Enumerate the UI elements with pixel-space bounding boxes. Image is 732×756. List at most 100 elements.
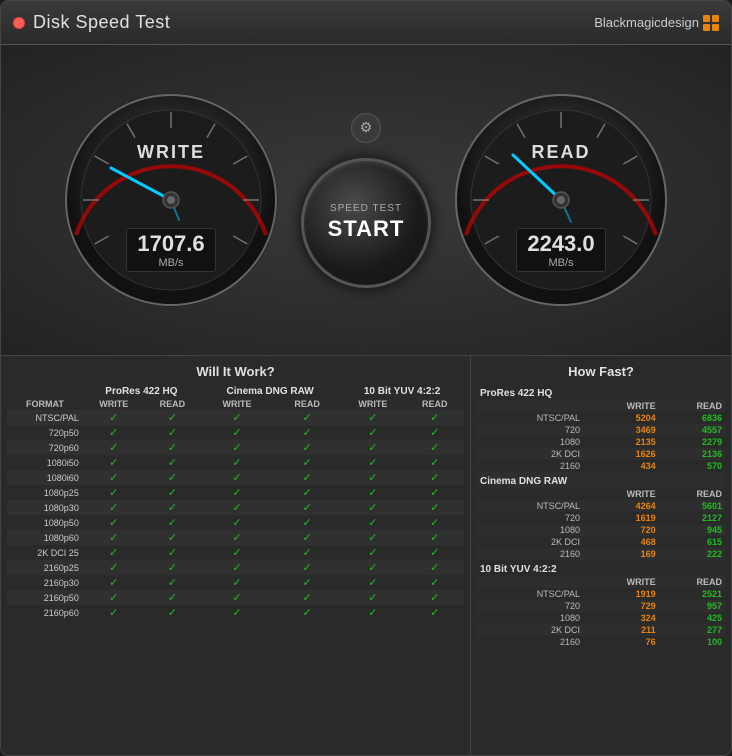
- format-label: 2160p30: [7, 575, 83, 590]
- group-header-prores: ProRes 422 HQ: [83, 385, 200, 398]
- write-value: 468: [585, 536, 659, 548]
- read-value: 277: [659, 624, 725, 636]
- read-gauge: READ 2243.0 MB/s: [451, 90, 671, 310]
- check: ✓: [274, 455, 340, 470]
- check: ✓: [340, 575, 405, 590]
- check: ✓: [274, 530, 340, 545]
- settings-button[interactable]: ⚙: [351, 113, 381, 143]
- check: ✓: [145, 470, 200, 485]
- check: ✓: [274, 500, 340, 515]
- read-value: 2136: [659, 448, 725, 460]
- list-item: NTSC/PAL 1919 2521: [477, 588, 725, 600]
- check: ✓: [200, 440, 274, 455]
- read-unit: MB/s: [525, 257, 597, 269]
- list-item: 2K DCI 468 615: [477, 536, 725, 548]
- read-value: 4557: [659, 424, 725, 436]
- col-yuv-write: WRITE: [340, 398, 405, 410]
- table-section: Will It Work? ProRes 422 HQ Cinema DNG R…: [1, 355, 731, 756]
- write-value: 434: [585, 460, 659, 472]
- table-row: 1080p50 ✓ ✓ ✓ ✓ ✓ ✓: [7, 515, 464, 530]
- speed-row-label: 1080: [477, 612, 585, 624]
- check: ✓: [200, 575, 274, 590]
- check: ✓: [274, 590, 340, 605]
- col-prores-write: WRITE: [83, 398, 145, 410]
- speed-test-button[interactable]: SPEED TEST START: [301, 158, 431, 288]
- list-item: NTSC/PAL 4264 5601: [477, 500, 725, 512]
- list-item: 720 729 957: [477, 600, 725, 612]
- speed-row-label: 2160: [477, 460, 585, 472]
- check: ✓: [145, 500, 200, 515]
- check: ✓: [83, 470, 145, 485]
- write-value: 2135: [585, 436, 659, 448]
- brand-icon: [703, 15, 719, 31]
- check: ✓: [200, 605, 274, 620]
- check: ✓: [83, 500, 145, 515]
- read-value: 2127: [659, 512, 725, 524]
- check: ✓: [406, 470, 464, 485]
- check: ✓: [274, 545, 340, 560]
- write-value: 1707.6: [135, 231, 207, 257]
- col-cdng-read: READ: [274, 398, 340, 410]
- format-label: NTSC/PAL: [7, 410, 83, 425]
- col-format: FORMAT: [7, 398, 83, 410]
- check: ✓: [200, 425, 274, 440]
- write-value: 3469: [585, 424, 659, 436]
- check: ✓: [145, 455, 200, 470]
- write-value: 1919: [585, 588, 659, 600]
- check: ✓: [340, 545, 405, 560]
- brand-dot-2: [712, 15, 719, 22]
- close-button[interactable]: [13, 17, 25, 29]
- read-header: READ: [659, 488, 725, 500]
- check: ✓: [406, 575, 464, 590]
- read-value: 2243.0: [525, 231, 597, 257]
- brand-name: Blackmagicdesign: [594, 15, 699, 30]
- check: ✓: [200, 485, 274, 500]
- table-row: 2K DCI 25 ✓ ✓ ✓ ✓ ✓ ✓: [7, 545, 464, 560]
- group-header-cdng: Cinema DNG RAW: [200, 385, 340, 398]
- format-label: 2160p25: [7, 560, 83, 575]
- check: ✓: [274, 560, 340, 575]
- read-value: 957: [659, 600, 725, 612]
- app-title: Disk Speed Test: [33, 12, 170, 33]
- check: ✓: [406, 590, 464, 605]
- speed-test-main-text: START: [328, 216, 405, 242]
- right-table-title: How Fast?: [477, 364, 725, 379]
- check: ✓: [274, 515, 340, 530]
- format-label: 1080i60: [7, 470, 83, 485]
- check: ✓: [340, 500, 405, 515]
- check: ✓: [274, 440, 340, 455]
- speed-row-label: 2160: [477, 636, 585, 648]
- check: ✓: [340, 515, 405, 530]
- read-value: 2279: [659, 436, 725, 448]
- read-value: 945: [659, 524, 725, 536]
- speed-row-label: 2K DCI: [477, 448, 585, 460]
- speed-table: ProRes 422 HQ WRITE READ NTSC/PAL 5204 6…: [477, 385, 725, 648]
- speed-group-title: ProRes 422 HQ: [477, 385, 725, 400]
- brand-dot-3: [703, 24, 710, 31]
- check: ✓: [340, 425, 405, 440]
- check: ✓: [406, 455, 464, 470]
- table-row: 2160p30 ✓ ✓ ✓ ✓ ✓ ✓: [7, 575, 464, 590]
- check: ✓: [145, 590, 200, 605]
- speed-row-label: 1080: [477, 524, 585, 536]
- speed-column-headers: WRITE READ: [477, 488, 725, 500]
- list-item: 2K DCI 211 277: [477, 624, 725, 636]
- speed-test-top-text: SPEED TEST: [330, 203, 402, 214]
- speed-row-label: 2160: [477, 548, 585, 560]
- right-table: How Fast? ProRes 422 HQ WRITE READ NTSC/…: [471, 356, 731, 756]
- write-unit: MB/s: [135, 257, 207, 269]
- list-item: 1080 324 425: [477, 612, 725, 624]
- write-header: WRITE: [585, 576, 659, 588]
- list-item: 1080 2135 2279: [477, 436, 725, 448]
- format-label: 1080p50: [7, 515, 83, 530]
- write-header: WRITE: [585, 488, 659, 500]
- check: ✓: [340, 410, 405, 425]
- check: ✓: [406, 410, 464, 425]
- gauge-section: WRITE 1707.6 MB/s ⚙ SPEED TEST START: [1, 45, 731, 355]
- check: ✓: [83, 425, 145, 440]
- check: ✓: [340, 530, 405, 545]
- write-gauge-svg: [61, 90, 281, 310]
- check: ✓: [83, 410, 145, 425]
- speed-row-label: 2K DCI: [477, 624, 585, 636]
- check: ✓: [340, 470, 405, 485]
